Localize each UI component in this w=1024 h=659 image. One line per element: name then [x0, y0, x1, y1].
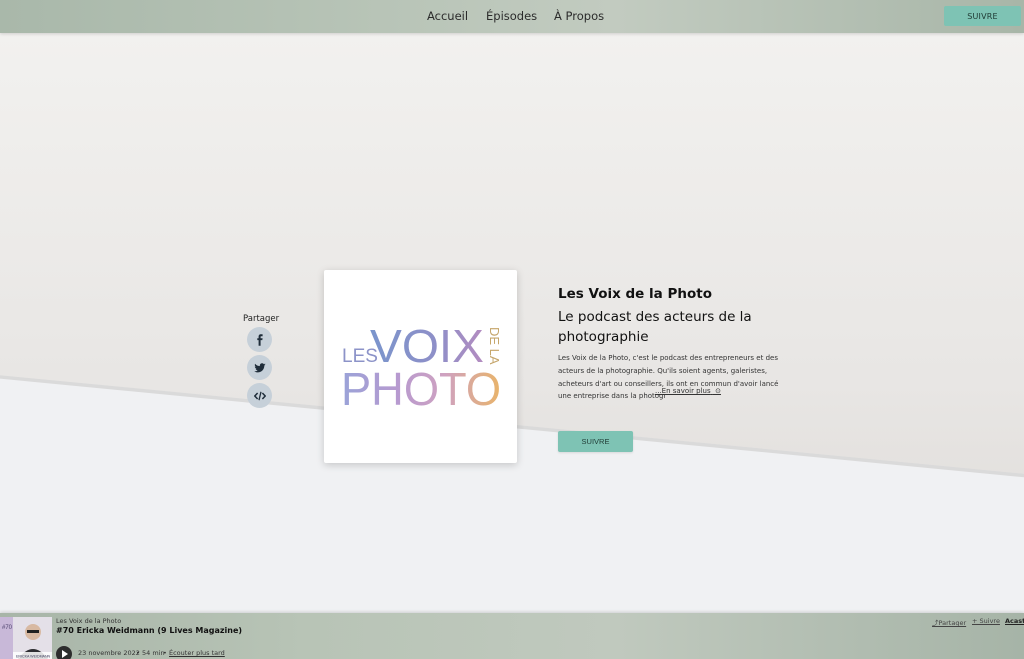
twitter-icon: [253, 362, 266, 372]
nav-a-propos[interactable]: À Propos: [554, 9, 604, 23]
play-button[interactable]: [56, 646, 72, 659]
episode-thumbnail[interactable]: #70 ERICKA WEIDMANN: [0, 617, 52, 659]
player-episode-title[interactable]: #70 Ericka Weidmann (9 Lives Magazine): [56, 626, 242, 635]
read-more-label: ...En savoir plus: [655, 387, 711, 395]
acast-logo[interactable]: Acast: [1005, 617, 1024, 625]
read-more-link[interactable]: ...En savoir plus ⊙: [655, 387, 721, 395]
facebook-icon: [256, 333, 263, 346]
episode-player-bar: #70 ERICKA WEIDMANN Les Voix de la Photo…: [0, 613, 1024, 659]
logo-photo: PHOTO: [341, 363, 501, 415]
episode-date: 23 novembre 2022: [78, 649, 140, 657]
top-navigation-bar: Accueil Épisodes À Propos SUIVRE: [0, 0, 1024, 33]
hero-follow-button[interactable]: SUIVRE: [558, 431, 633, 452]
nav-accueil[interactable]: Accueil: [427, 9, 468, 23]
share-twitter-button[interactable]: [247, 355, 272, 380]
embed-code-icon: [253, 391, 266, 400]
listen-later-link[interactable]: Écouter plus tard: [169, 649, 225, 657]
chevron-right-circle-icon: ⊙: [712, 387, 721, 395]
podcast-description: Les Voix de la Photo, c'est le podcast d…: [558, 354, 779, 401]
share-facebook-button[interactable]: [247, 327, 272, 352]
share-embed-button[interactable]: [247, 383, 272, 408]
player-follow-link[interactable]: + Suivre: [972, 617, 1000, 625]
thumb-badge: #70: [2, 625, 13, 631]
player-show-name: Les Voix de la Photo: [56, 617, 122, 625]
header-follow-button[interactable]: SUIVRE: [944, 6, 1021, 26]
player-share-link[interactable]: ⤴Partager: [932, 617, 966, 627]
podcast-logo: LES VOIX DE LA PHOTO: [341, 320, 502, 415]
share-label: Partager: [243, 314, 280, 324]
main-nav: Accueil Épisodes À Propos: [0, 0, 1024, 33]
player-share-label: Partager: [938, 619, 967, 627]
nav-episodes[interactable]: Épisodes: [486, 9, 537, 23]
logo-de-la: DE LA: [487, 327, 502, 365]
episode-duration: 54 min: [142, 649, 165, 657]
thumb-name: ERICKA WEIDMANN: [16, 655, 51, 659]
meta-separator: •: [163, 649, 167, 657]
meta-separator: •: [136, 649, 140, 657]
podcast-title: Les Voix de la Photo: [558, 286, 712, 302]
podcast-cover-art: LES VOIX DE LA PHOTO: [324, 270, 517, 463]
podcast-subtitle: Le podcast des acteurs de la photographi…: [558, 309, 752, 345]
episode-cover-image: #70 ERICKA WEIDMANN: [0, 617, 52, 659]
